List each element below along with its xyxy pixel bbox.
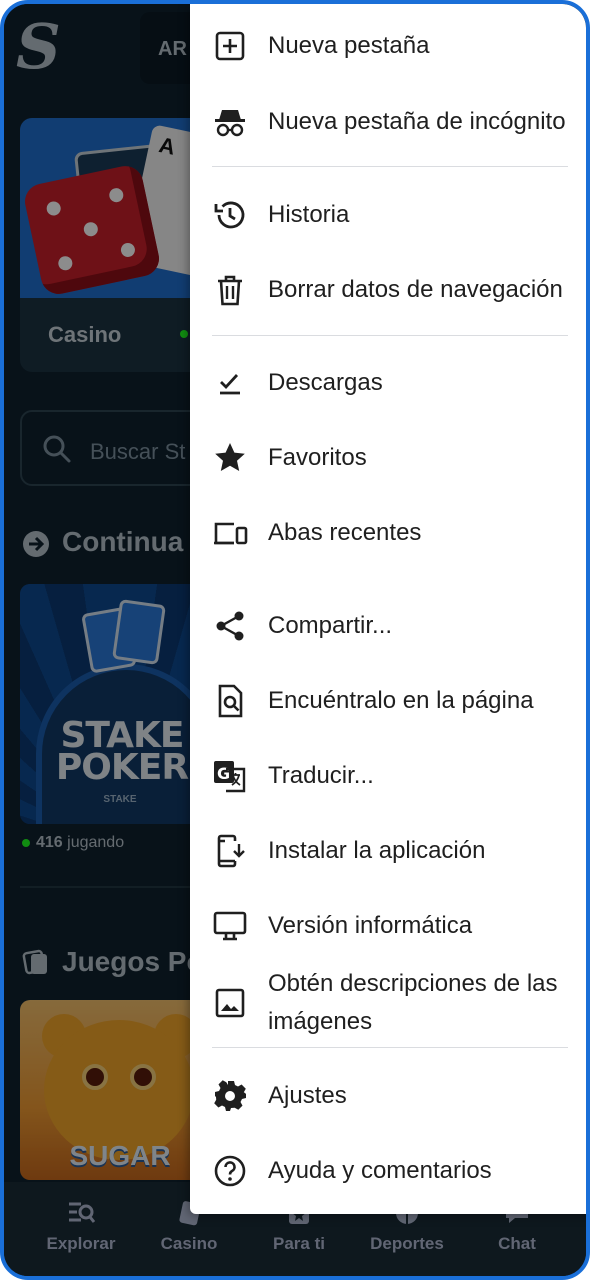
share-icon — [212, 608, 248, 644]
menu-separator — [212, 335, 568, 336]
menu-label-new-tab: Nueva pestaña — [268, 31, 430, 59]
star-icon — [212, 440, 248, 476]
browser-overflow-menu: Nueva pestaña Nueva pestaña de incógnito… — [190, 4, 586, 1214]
menu-label-incognito: Nueva pestaña de incógnito — [268, 107, 566, 135]
device-frame: S AR A Casino Buscar St Continua STAKE P… — [0, 0, 590, 1280]
help-icon — [212, 1153, 248, 1189]
menu-item-incognito[interactable]: Nueva pestaña de incógnito — [190, 84, 586, 159]
menu-item-downloads[interactable]: Descargas — [190, 345, 586, 420]
menu-item-favorites[interactable]: Favoritos — [190, 420, 586, 495]
find-in-page-icon — [212, 683, 248, 719]
translate-icon: G — [212, 758, 248, 794]
menu-label-desktop-site: Versión informática — [268, 911, 473, 939]
menu-item-new-tab[interactable]: Nueva pestaña — [190, 8, 586, 83]
history-icon — [212, 197, 248, 233]
menu-separator — [212, 166, 568, 167]
settings-icon — [212, 1078, 248, 1114]
new-tab-icon — [212, 28, 248, 64]
menu-item-image-descriptions[interactable]: Obtén descripciones de las imágenes — [190, 965, 586, 1040]
menu-item-settings[interactable]: Ajustes — [190, 1058, 586, 1133]
desktop-icon — [212, 908, 248, 944]
menu-label-settings: Ajustes — [268, 1081, 347, 1109]
trash-icon — [212, 272, 248, 308]
menu-label-install-app: Instalar la aplicación — [268, 836, 486, 864]
menu-item-install-app[interactable]: Instalar la aplicación — [190, 813, 586, 888]
menu-label-image-descriptions: Obtén descripciones de las imágenes — [268, 969, 558, 1035]
menu-item-help[interactable]: Ayuda y comentarios — [190, 1133, 586, 1208]
menu-item-desktop-site[interactable]: Versión informática — [190, 888, 586, 963]
menu-label-history: Historia — [268, 200, 350, 228]
menu-label-translate: Traducir... — [268, 761, 374, 789]
menu-label-find-in-page: Encuéntralo en la página — [268, 686, 534, 714]
recent-tabs-icon — [212, 515, 248, 551]
menu-item-history[interactable]: Historia — [190, 177, 586, 252]
svg-text:G: G — [217, 764, 230, 783]
menu-item-translate[interactable]: G Traducir... — [190, 738, 586, 813]
image-description-icon — [212, 985, 248, 1021]
menu-label-recent-tabs: Abas recentes — [268, 518, 422, 546]
menu-item-clear-data[interactable]: Borrar datos de navegación — [190, 252, 586, 327]
menu-label-share: Compartir... — [268, 611, 393, 639]
incognito-icon — [212, 104, 248, 140]
menu-label-clear-data: Borrar datos de navegación — [268, 275, 563, 303]
downloads-icon — [212, 365, 248, 401]
install-app-icon — [212, 833, 248, 869]
menu-label-favorites: Favoritos — [268, 443, 367, 471]
menu-item-share[interactable]: Compartir... — [190, 588, 586, 663]
menu-item-recent-tabs[interactable]: Abas recentes — [190, 495, 586, 570]
menu-label-downloads: Descargas — [268, 368, 383, 396]
menu-item-find-in-page[interactable]: Encuéntralo en la página — [190, 663, 586, 738]
menu-label-help: Ayuda y comentarios — [268, 1156, 492, 1184]
menu-separator — [212, 1047, 568, 1048]
